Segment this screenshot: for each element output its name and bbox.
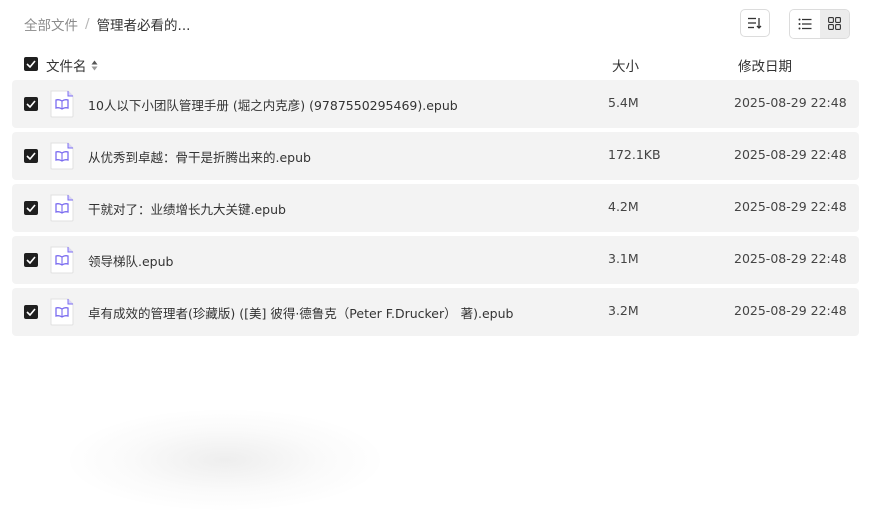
epub-book-icon [49, 246, 75, 274]
name-column-header[interactable]: 文件名 [46, 55, 98, 75]
column-header-row: 文件名 大小 修改日期 [0, 52, 874, 76]
file-modified-date: 2025-08-29 22:48 [734, 199, 847, 214]
file-modified-date: 2025-08-29 22:48 [734, 147, 847, 162]
file-checkbox[interactable] [24, 253, 38, 267]
check-icon [26, 204, 36, 212]
sort-icon [748, 14, 762, 33]
file-row[interactable]: 从优秀到卓越：骨干是折腾出来的.epub 172.1KB 2025-08-29 … [12, 132, 859, 180]
check-icon [26, 308, 36, 316]
check-icon [26, 60, 36, 68]
background-shadow [70, 410, 380, 510]
list-view-button[interactable] [790, 10, 820, 38]
file-checkbox[interactable] [24, 149, 38, 163]
epub-book-icon [49, 298, 75, 326]
file-size: 3.1M [608, 251, 639, 266]
file-checkbox[interactable] [24, 97, 38, 111]
check-icon [26, 256, 36, 264]
file-modified-date: 2025-08-29 22:48 [734, 95, 847, 110]
file-checkbox[interactable] [24, 305, 38, 319]
view-toggle [789, 9, 850, 39]
breadcrumb-current: 管理者必看的... [96, 18, 191, 34]
epub-book-icon [49, 194, 75, 222]
grid-view-button[interactable] [819, 10, 849, 38]
sort-arrows-icon [91, 60, 98, 71]
file-row[interactable]: 卓有成效的管理者(珍藏版) ([美] 彼得·德鲁克（Peter F.Drucke… [12, 288, 859, 336]
file-name[interactable]: 从优秀到卓越：骨干是折腾出来的.epub [88, 147, 311, 166]
file-row[interactable]: 10人以下小团队管理手册 (堀之内克彦) (9787550295469).epu… [12, 80, 859, 128]
file-name[interactable]: 干就对了：业绩增长九大关键.epub [88, 199, 286, 218]
epub-book-icon [49, 90, 75, 118]
breadcrumb-separator: / [85, 16, 90, 32]
file-list: 10人以下小团队管理手册 (堀之内克彦) (9787550295469).epu… [12, 80, 859, 340]
file-size: 3.2M [608, 303, 639, 318]
file-modified-date: 2025-08-29 22:48 [734, 251, 847, 266]
file-size: 5.4M [608, 95, 639, 110]
check-icon [26, 152, 36, 160]
name-column-label: 文件名 [46, 59, 87, 75]
check-icon [26, 100, 36, 108]
epub-book-icon [49, 142, 75, 170]
file-name[interactable]: 卓有成效的管理者(珍藏版) ([美] 彼得·德鲁克（Peter F.Drucke… [88, 303, 513, 322]
grid-view-icon [827, 15, 841, 34]
file-size: 172.1KB [608, 147, 661, 162]
file-name[interactable]: 领导梯队.epub [88, 251, 173, 270]
file-name[interactable]: 10人以下小团队管理手册 (堀之内克彦) (9787550295469).epu… [88, 95, 458, 114]
file-row[interactable]: 领导梯队.epub 3.1M 2025-08-29 22:48 [12, 236, 859, 284]
select-all-checkbox[interactable] [24, 57, 38, 71]
sort-button[interactable] [740, 9, 770, 37]
breadcrumb-root-link[interactable]: 全部文件 [24, 14, 78, 34]
file-checkbox[interactable] [24, 201, 38, 215]
breadcrumb: 全部文件 / 管理者必看的... [24, 14, 190, 34]
file-modified-date: 2025-08-29 22:48 [734, 303, 847, 318]
file-size: 4.2M [608, 199, 639, 214]
list-view-icon [798, 15, 812, 34]
modified-column-header[interactable]: 修改日期 [738, 55, 792, 75]
file-row[interactable]: 干就对了：业绩增长九大关键.epub 4.2M 2025-08-29 22:48 [12, 184, 859, 232]
size-column-header[interactable]: 大小 [612, 55, 639, 75]
